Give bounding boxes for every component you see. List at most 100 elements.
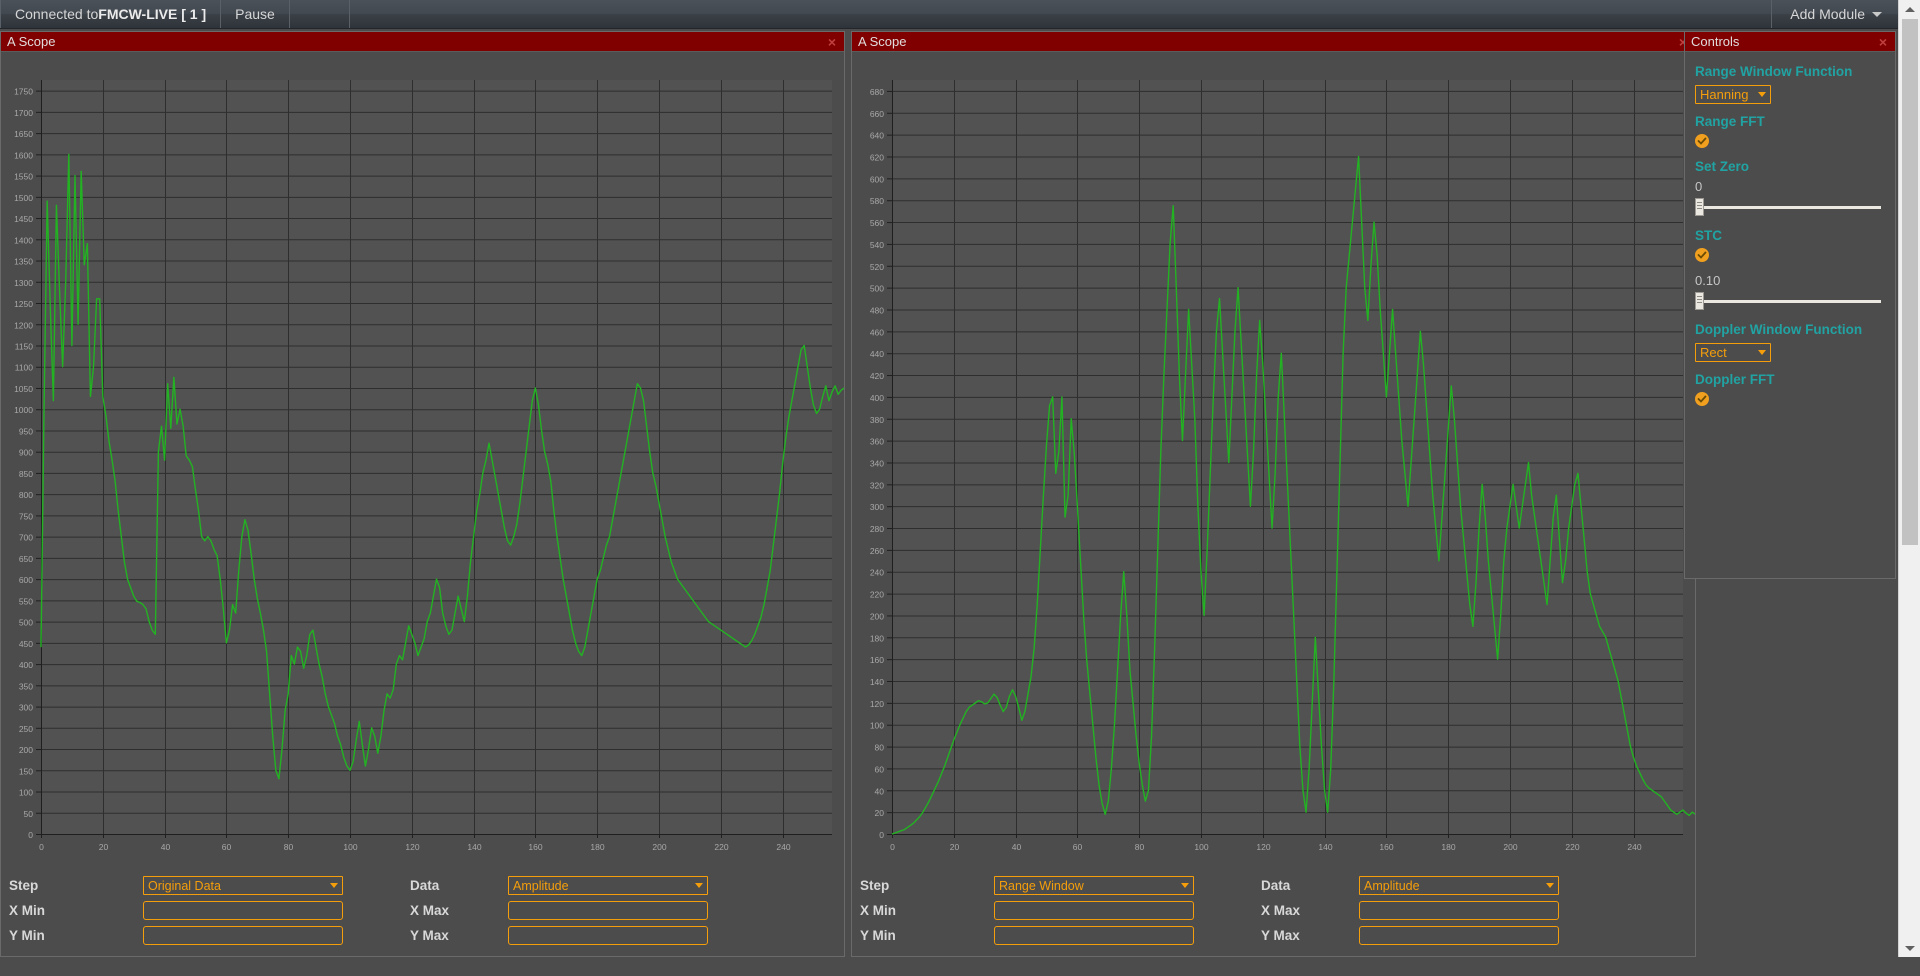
scope-a-xmin-label: X Min bbox=[9, 903, 45, 918]
chevron-down-icon bbox=[330, 883, 338, 888]
svg-text:1250: 1250 bbox=[14, 299, 33, 309]
add-module-button[interactable]: Add Module bbox=[1771, 0, 1898, 28]
svg-text:380: 380 bbox=[870, 415, 884, 425]
svg-text:60: 60 bbox=[222, 842, 232, 852]
set-zero-value: 0 bbox=[1695, 179, 1703, 194]
close-icon[interactable]: × bbox=[1877, 35, 1889, 49]
svg-text:200: 200 bbox=[652, 842, 666, 852]
controls-title: Controls bbox=[1691, 34, 1740, 49]
controls-body: Range Window Function Hanning Range FFT … bbox=[1685, 52, 1895, 406]
scope-b-ymax-input[interactable] bbox=[1359, 926, 1559, 945]
scope-a-ymax-label: Y Max bbox=[410, 928, 449, 943]
svg-text:360: 360 bbox=[870, 437, 884, 447]
svg-text:1600: 1600 bbox=[14, 150, 33, 160]
stc-slider[interactable] bbox=[1695, 292, 1885, 310]
stc-label: STC bbox=[1695, 228, 1722, 243]
doppler-window-function-value: Rect bbox=[1700, 345, 1727, 360]
scope-a-ymin-input[interactable] bbox=[143, 926, 343, 945]
svg-text:220: 220 bbox=[870, 590, 884, 600]
svg-text:20: 20 bbox=[99, 842, 109, 852]
doppler-window-function-label: Doppler Window Function bbox=[1695, 322, 1863, 337]
controls-titlebar[interactable]: Controls × bbox=[1685, 32, 1895, 52]
svg-text:20: 20 bbox=[950, 842, 960, 852]
svg-text:1150: 1150 bbox=[15, 341, 34, 351]
svg-text:750: 750 bbox=[19, 511, 33, 521]
chevron-down-icon bbox=[1546, 883, 1554, 888]
scope-b-data-select[interactable]: Amplitude bbox=[1359, 876, 1559, 895]
scope-a-plot[interactable]: 0 50 100 150 200 250 300 350 400 450 500 550 600 650 7… bbox=[1, 74, 844, 864]
scope-a-step-value: Original Data bbox=[148, 878, 221, 893]
svg-text:1050: 1050 bbox=[14, 384, 33, 394]
svg-text:260: 260 bbox=[870, 546, 884, 556]
pause-button[interactable]: Pause bbox=[221, 0, 290, 28]
svg-text:1450: 1450 bbox=[14, 214, 33, 224]
svg-text:200: 200 bbox=[870, 611, 884, 621]
range-window-function-select[interactable]: Hanning bbox=[1695, 85, 1772, 104]
stc-checkbox[interactable] bbox=[1695, 248, 1709, 262]
svg-text:480: 480 bbox=[870, 305, 884, 315]
doppler-window-function-select[interactable]: Rect bbox=[1695, 343, 1771, 362]
slider-thumb[interactable] bbox=[1695, 198, 1704, 216]
svg-text:1200: 1200 bbox=[14, 320, 33, 330]
svg-text:1100: 1100 bbox=[15, 363, 34, 373]
svg-text:420: 420 bbox=[870, 371, 884, 381]
scope-a-xmin-input[interactable] bbox=[143, 901, 343, 920]
scope-b-xmin-input[interactable] bbox=[994, 901, 1194, 920]
range-window-function-value: Hanning bbox=[1700, 87, 1749, 102]
menubar-empty-slot bbox=[290, 0, 350, 28]
scope-b-step-select[interactable]: Range Window bbox=[994, 876, 1194, 895]
add-module-label: Add Module bbox=[1790, 6, 1865, 22]
svg-text:1750: 1750 bbox=[14, 87, 33, 97]
scroll-up-button[interactable] bbox=[1899, 0, 1920, 18]
scope-b-xmin-label: X Min bbox=[860, 903, 896, 918]
svg-text:200: 200 bbox=[19, 745, 33, 755]
svg-text:540: 540 bbox=[870, 240, 884, 250]
svg-text:180: 180 bbox=[1441, 842, 1455, 852]
scope-b-plot[interactable]: 0 20 40 60 80 100 120 140 160 180 200 220 240 260 280 3… bbox=[852, 74, 1695, 864]
scrollbar-thumb[interactable] bbox=[1902, 19, 1918, 546]
scope-b-step-label: Step bbox=[860, 878, 890, 893]
svg-text:280: 280 bbox=[870, 524, 884, 534]
window-vertical-scrollbar[interactable] bbox=[1898, 0, 1920, 957]
scope-b-data-label: Data bbox=[1261, 878, 1291, 893]
svg-text:500: 500 bbox=[19, 618, 33, 628]
range-fft-checkbox[interactable] bbox=[1695, 134, 1709, 148]
scope-b-form: Step Range Window Data Amplitude X Min X… bbox=[852, 864, 1695, 976]
check-icon bbox=[1697, 137, 1707, 145]
svg-text:60: 60 bbox=[875, 764, 885, 774]
scope-a-data-select[interactable]: Amplitude bbox=[508, 876, 708, 895]
svg-text:80: 80 bbox=[284, 842, 294, 852]
svg-text:950: 950 bbox=[19, 426, 33, 436]
svg-text:140: 140 bbox=[1318, 842, 1332, 852]
slider-thumb[interactable] bbox=[1695, 292, 1704, 310]
scope-b-titlebar[interactable]: A Scope × bbox=[852, 32, 1695, 52]
connection-status[interactable]: Connected to FMCW-LIVE [ 1 ] bbox=[0, 0, 222, 28]
svg-text:580: 580 bbox=[870, 196, 884, 206]
svg-text:1350: 1350 bbox=[14, 257, 33, 267]
scope-a-titlebar[interactable]: A Scope × bbox=[1, 32, 844, 52]
scope-b-panel: A Scope × 0 20 40 60 80 100 120 140 160 180 200 220… bbox=[851, 31, 1696, 957]
scope-b-xmax-input[interactable] bbox=[1359, 901, 1559, 920]
svg-text:180: 180 bbox=[870, 633, 884, 643]
set-zero-slider[interactable] bbox=[1695, 198, 1885, 216]
triangle-up-icon bbox=[1905, 6, 1915, 12]
scroll-down-button[interactable] bbox=[1899, 939, 1920, 957]
scope-b-xmax-label: X Max bbox=[1261, 903, 1301, 918]
svg-text:680: 680 bbox=[870, 87, 884, 97]
scope-a-step-row: Step Original Data Data Amplitude bbox=[9, 873, 844, 898]
svg-text:1550: 1550 bbox=[14, 172, 33, 182]
scope-b-ymin-input[interactable] bbox=[994, 926, 1194, 945]
triangle-down-icon bbox=[1905, 945, 1915, 951]
svg-text:440: 440 bbox=[870, 349, 884, 359]
svg-text:80: 80 bbox=[875, 743, 885, 753]
svg-text:100: 100 bbox=[1194, 842, 1208, 852]
controls-panel: Controls × Range Window Function Hanning… bbox=[1684, 31, 1896, 579]
doppler-fft-checkbox[interactable] bbox=[1695, 392, 1709, 406]
svg-text:100: 100 bbox=[19, 788, 33, 798]
scope-a-step-select[interactable]: Original Data bbox=[143, 876, 343, 895]
svg-text:240: 240 bbox=[870, 568, 884, 578]
scope-a-xmax-input[interactable] bbox=[508, 901, 708, 920]
close-icon[interactable]: × bbox=[826, 35, 838, 49]
scope-a-data-value: Amplitude bbox=[513, 878, 569, 893]
scope-a-ymax-input[interactable] bbox=[508, 926, 708, 945]
